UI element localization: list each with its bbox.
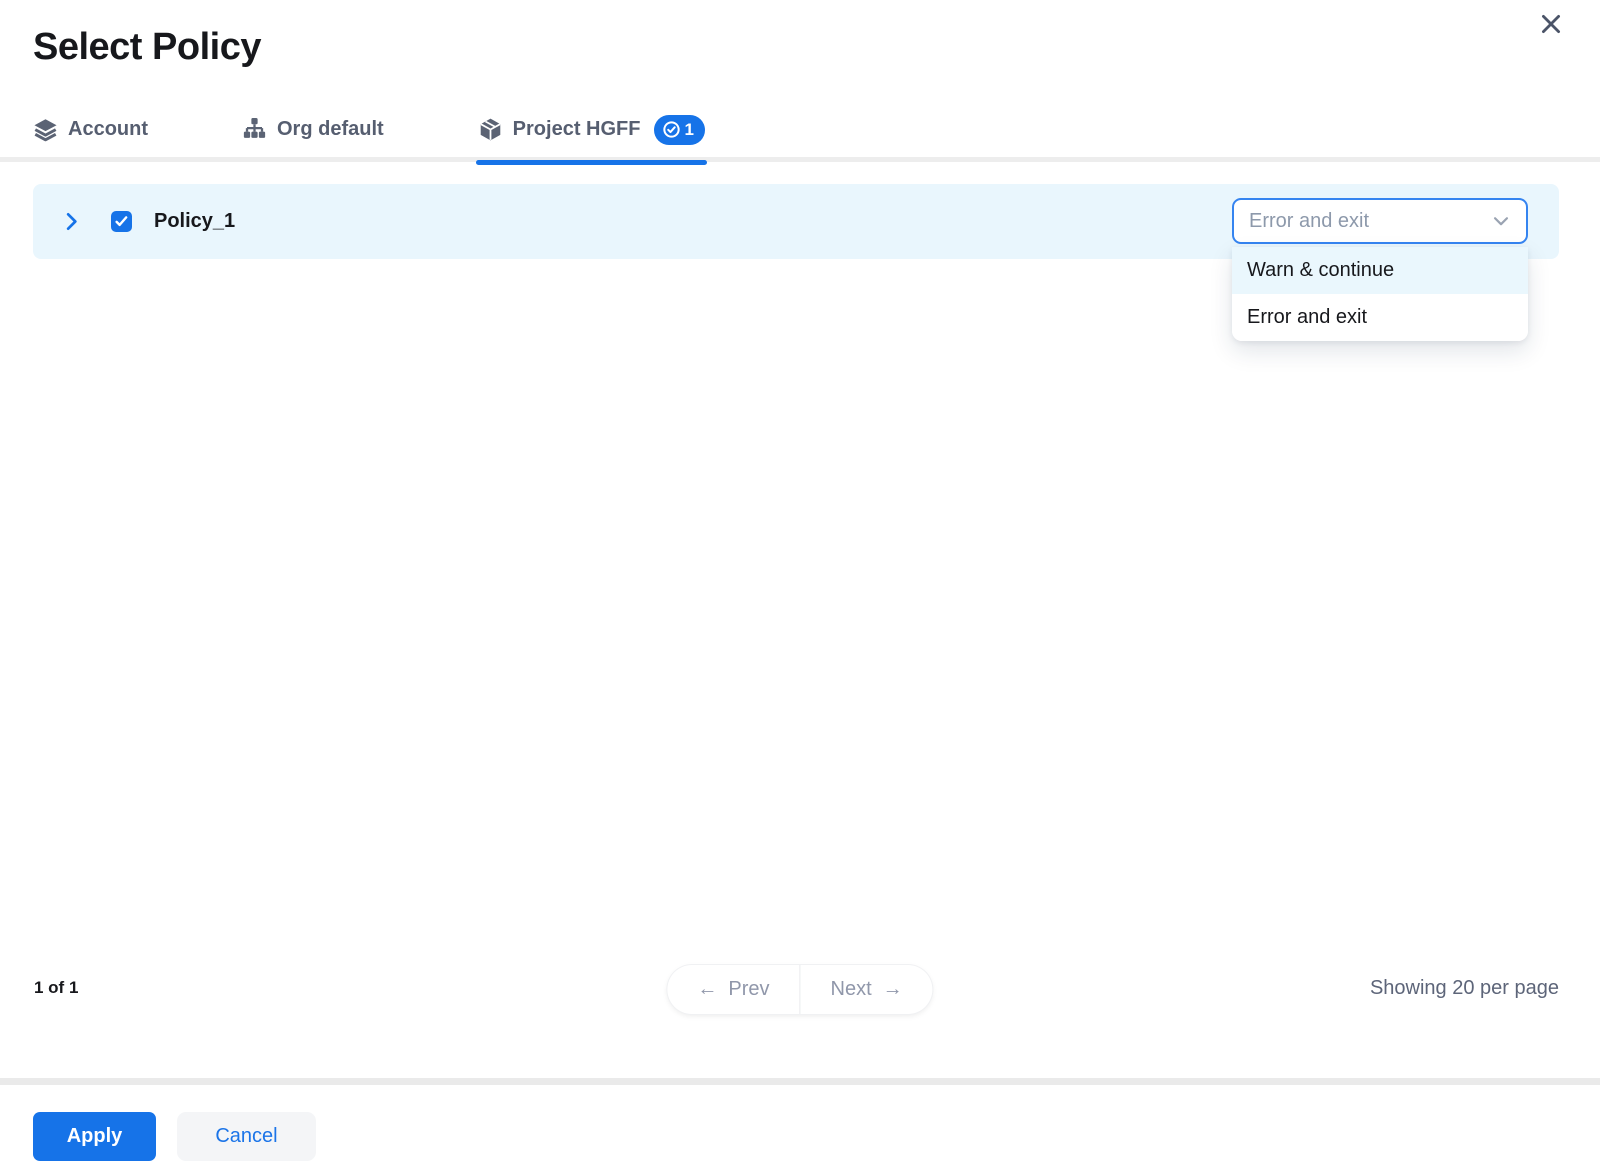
action-select-menu: Warn & continue Error and exit — [1232, 247, 1528, 341]
tab-org-default[interactable]: Org default — [242, 100, 384, 160]
arrow-right-icon: → — [883, 978, 903, 1001]
badge-count: 1 — [684, 120, 693, 140]
check-icon — [114, 214, 129, 229]
action-select-wrapper: Error and exit Warn & continue Error and… — [1232, 198, 1528, 244]
selected-count-badge: 1 — [654, 115, 704, 145]
per-page-info: Showing 20 per page — [1370, 977, 1559, 1000]
arrow-left-icon: ← — [697, 978, 717, 1001]
cancel-button[interactable]: Cancel — [177, 1112, 316, 1161]
apply-button[interactable]: Apply — [33, 1112, 156, 1161]
select-policy-modal: Select Policy Account — [0, 0, 1600, 1171]
pagination-pill: ← Prev Next → — [667, 965, 932, 1014]
action-select[interactable]: Error and exit — [1232, 198, 1528, 244]
policy-name: Policy_1 — [154, 210, 235, 233]
next-label: Next — [831, 978, 872, 1001]
check-circle-icon — [662, 120, 681, 139]
policy-checkbox[interactable] — [111, 211, 132, 232]
menu-item-warn-continue[interactable]: Warn & continue — [1232, 247, 1528, 294]
tab-account[interactable]: Account — [33, 100, 148, 160]
tab-label: Org default — [277, 118, 384, 141]
footer-divider — [0, 1078, 1600, 1085]
tab-project-hgff[interactable]: Project HGFF 1 — [478, 100, 705, 160]
page-title: Select Policy — [33, 26, 261, 69]
prev-page-button[interactable]: ← Prev — [667, 965, 799, 1014]
prev-label: Prev — [728, 978, 769, 1001]
org-chart-icon — [242, 117, 267, 142]
tab-label: Account — [68, 118, 148, 141]
next-page-button[interactable]: Next → — [801, 965, 933, 1014]
close-icon — [1538, 11, 1564, 37]
close-button[interactable] — [1535, 8, 1567, 40]
page-info: 1 of 1 — [34, 978, 78, 998]
policy-row: Policy_1 Error and exit Warn & continue … — [33, 184, 1559, 259]
action-select-value: Error and exit — [1249, 210, 1369, 233]
tab-bar: Account Org default Project — [0, 102, 1600, 162]
chevron-right-icon — [60, 210, 83, 233]
chevron-down-icon — [1490, 210, 1512, 232]
cube-icon — [478, 117, 503, 142]
tab-label: Project HGFF — [513, 118, 641, 141]
layers-icon — [33, 117, 58, 142]
menu-item-error-exit[interactable]: Error and exit — [1232, 294, 1528, 341]
expand-row-button[interactable] — [59, 210, 83, 234]
